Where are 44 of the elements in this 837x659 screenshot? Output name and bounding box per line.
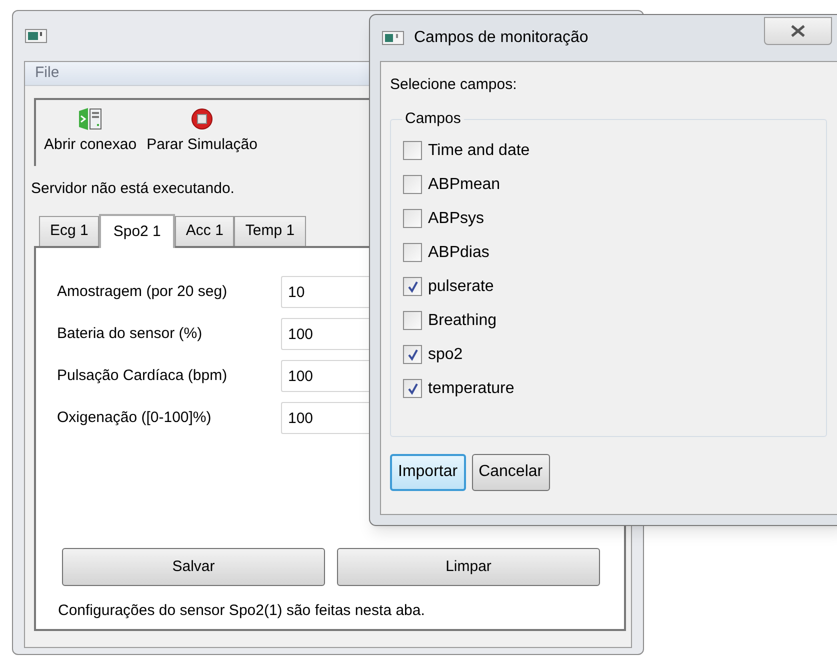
checkmark-icon: [406, 382, 418, 394]
description-text: Configurações do sensor Spo2(1) são feitas nesta aba.: [57, 601, 426, 621]
field-label: Pulsação Cardíaca (bpm): [57, 366, 228, 386]
action-button[interactable]: Salvar: [62, 548, 325, 586]
checkmark-icon: [406, 348, 418, 360]
action-button[interactable]: Limpar: [337, 548, 600, 586]
tab[interactable]: Spo2 1: [99, 214, 175, 248]
checkbox-label: Breathing: [428, 310, 496, 330]
checkbox[interactable]: [403, 243, 422, 262]
checkbox[interactable]: [403, 379, 422, 398]
field-label: Amostragem (por 20 seg): [57, 282, 228, 302]
checkbox-label: ABPdias: [428, 242, 490, 262]
app-icon: [382, 31, 404, 45]
checkbox[interactable]: [403, 277, 422, 296]
checkbox[interactable]: [403, 345, 422, 364]
checkbox-label: Time and date: [428, 140, 530, 160]
checkmark-icon: [406, 280, 418, 292]
dialog-button[interactable]: Importar: [390, 454, 466, 490]
prompt-text: Selecione campos:: [390, 75, 518, 95]
close-button[interactable]: [764, 17, 832, 45]
checkbox[interactable]: [403, 209, 422, 228]
tab[interactable]: Ecg 1: [39, 216, 100, 246]
checkbox-label: pulserate: [428, 276, 494, 296]
field-label: Bateria do sensor (%): [57, 324, 204, 344]
checkbox[interactable]: [403, 311, 422, 330]
menu-item[interactable]: File: [35, 62, 60, 85]
toolbar-button[interactable]: Parar Simulação: [146, 108, 258, 156]
checkbox-label: ABPmean: [428, 174, 500, 194]
dialog-button[interactable]: Cancelar: [472, 454, 550, 490]
status-text: Servidor não está executando.: [31, 179, 234, 199]
checkbox-label: spo2: [428, 344, 463, 364]
checkbox[interactable]: [403, 175, 422, 194]
close-icon: [791, 25, 805, 37]
checkbox-label: ABPsys: [428, 208, 484, 228]
checkbox[interactable]: [403, 141, 422, 160]
server-icon: [78, 108, 102, 130]
tab[interactable]: Temp 1: [234, 216, 306, 246]
toolbar-button[interactable]: Abrir conexao: [44, 108, 137, 156]
field-label: Oxigenação ([0-100]%): [57, 408, 212, 428]
tab[interactable]: Acc 1: [174, 216, 234, 246]
app-icon: [25, 29, 47, 43]
checkbox-label: temperature: [428, 378, 514, 398]
stop-icon: [191, 108, 213, 130]
dialog-title: Campos de monitoração: [414, 28, 588, 48]
